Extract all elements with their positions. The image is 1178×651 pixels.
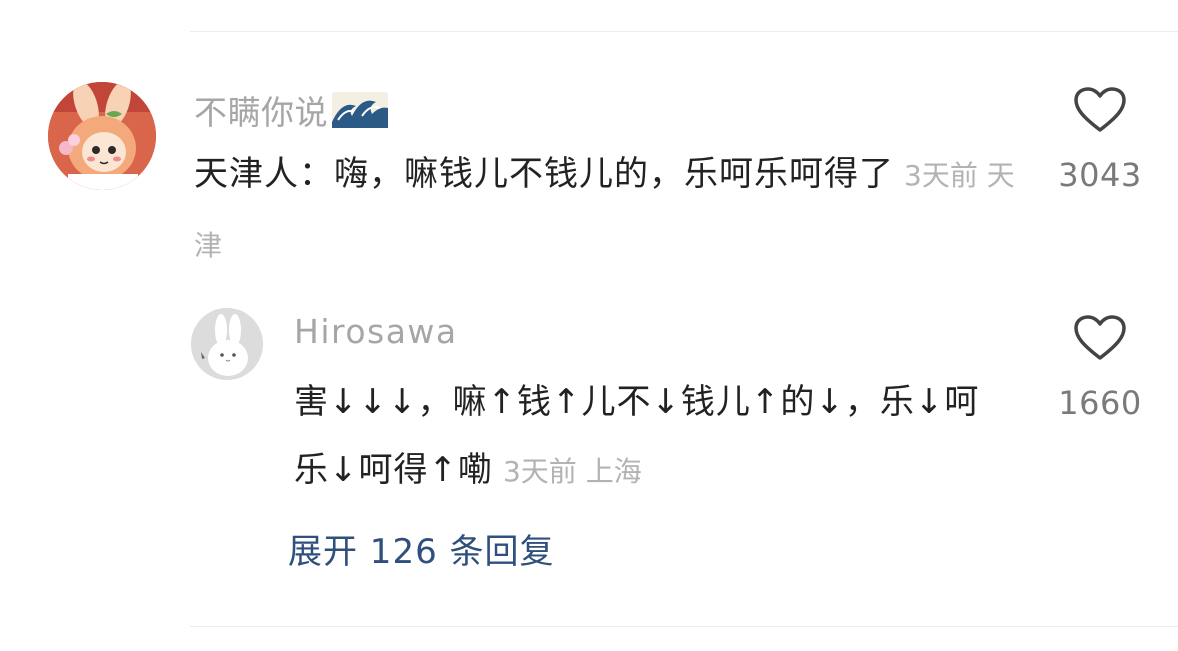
like-button[interactable]: 3043 xyxy=(1040,86,1160,194)
bottom-divider xyxy=(190,626,1178,627)
expand-replies-link[interactable]: 展开 126 条回复 xyxy=(288,524,555,573)
like-count: 3043 xyxy=(1058,156,1142,194)
reply-body[interactable]: 害↓↓↓，嘛↑钱↑儿不↓钱儿↑的↓，乐↓呵乐↓呵得↑嘞 3天前 上海 xyxy=(294,368,1014,506)
reply-meta: 3天前 上海 xyxy=(503,455,642,488)
reply-time: 3天前 xyxy=(502,455,577,488)
reply-like-button[interactable]: 1660 xyxy=(1040,314,1160,422)
heart-icon xyxy=(1074,315,1126,360)
comment-body[interactable]: 天津人：嗨，嘛钱儿不钱儿的，乐呵乐呵得了 3天前 天津 xyxy=(194,140,1024,280)
comment-thread: 不瞒你说 天津人：嗨，嘛钱儿不钱儿的，乐呵乐呵得了 3天前 天津 3043 Hir… xyxy=(0,0,1178,651)
comment-text: 天津人：嗨，嘛钱儿不钱儿的，乐呵乐呵得了 xyxy=(194,154,894,194)
comment-username[interactable]: 不瞒你说 xyxy=(194,86,388,134)
rabbit-avatar-illustration xyxy=(191,308,263,380)
reply-username[interactable]: Hirosawa xyxy=(294,312,458,351)
like-count: 1660 xyxy=(1058,384,1142,422)
comment-time: 3天前 xyxy=(904,159,978,192)
reply-location: 上海 xyxy=(585,455,642,488)
bunny-avatar-illustration xyxy=(48,82,156,190)
avatar[interactable] xyxy=(48,82,156,190)
reply-avatar[interactable] xyxy=(191,308,263,380)
wave-emoji-icon xyxy=(332,92,388,128)
username-text: 不瞒你说 xyxy=(194,93,328,132)
top-divider xyxy=(190,31,1178,32)
heart-icon xyxy=(1074,87,1126,132)
